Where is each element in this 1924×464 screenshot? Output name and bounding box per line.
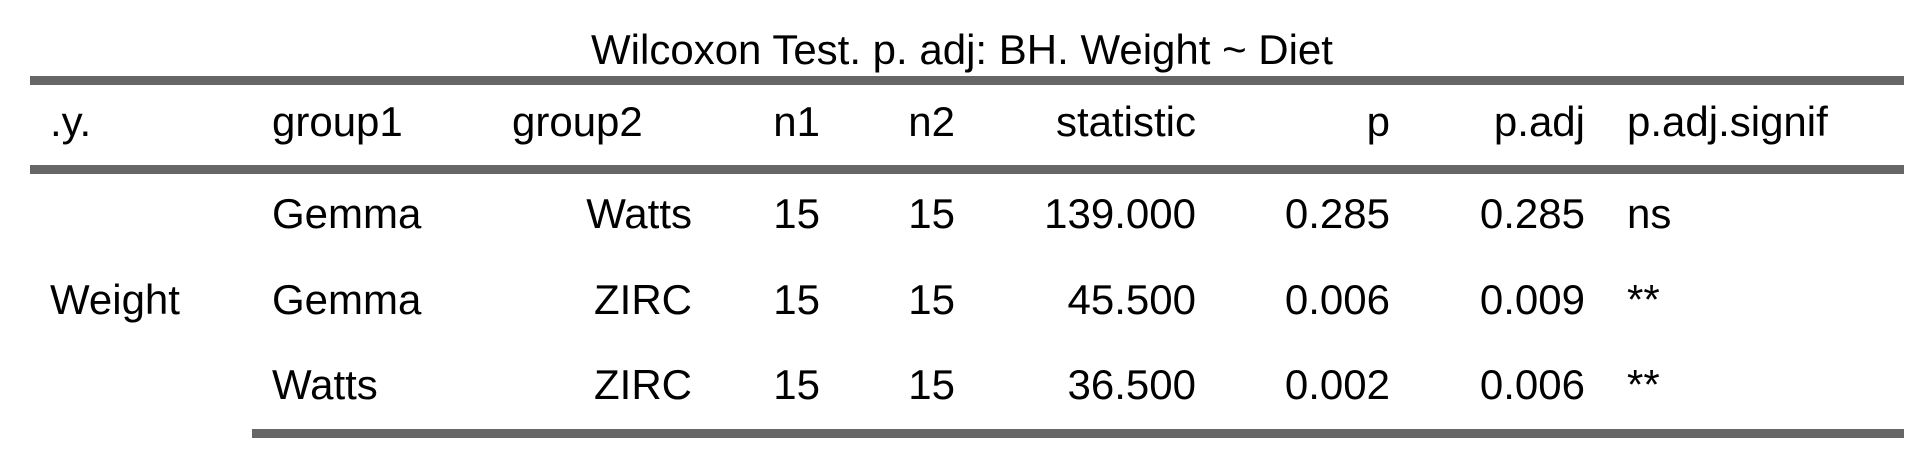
header-p-adj-signif: p.adj.signif [1627, 98, 1828, 145]
cell-p-adj: 0.285 [1479, 190, 1585, 237]
header-p: p [1366, 98, 1390, 145]
top-rule [30, 76, 1904, 85]
cell-n1: 15 [773, 276, 820, 323]
row-group-label: Weight [50, 276, 180, 323]
cell-n2: 15 [908, 361, 955, 408]
cell-p-adj-signif: ns [1627, 190, 1672, 237]
cell-group1: Watts [272, 361, 378, 408]
table-caption: Wilcoxon Test. p. adj: BH. Weight ~ Diet [591, 26, 1333, 73]
cell-p-adj-signif: ** [1627, 361, 1660, 408]
cell-n1: 15 [773, 361, 820, 408]
header-n2: n2 [908, 98, 955, 145]
header-n1: n1 [773, 98, 820, 145]
cell-statistic: 139.000 [1044, 190, 1196, 237]
cell-group2: ZIRC [594, 361, 692, 408]
cell-p: 0.002 [1284, 361, 1390, 408]
header-statistic: statistic [1055, 98, 1196, 145]
cell-p-adj: 0.006 [1479, 361, 1585, 408]
cell-statistic: 45.500 [1067, 276, 1196, 323]
header-group1: group1 [272, 98, 403, 145]
cell-p: 0.285 [1284, 190, 1390, 237]
cell-group2: Watts [586, 190, 692, 237]
cell-p-adj: 0.009 [1479, 276, 1585, 323]
header-group2: group2 [512, 98, 643, 145]
cell-group2: ZIRC [594, 276, 692, 323]
cell-statistic: 36.500 [1067, 361, 1196, 408]
cell-p: 0.006 [1284, 276, 1390, 323]
cell-n2: 15 [908, 276, 955, 323]
cell-group1: Gemma [272, 276, 422, 323]
cell-group1: Gemma [272, 190, 422, 237]
header-p-adj: p.adj [1493, 98, 1585, 145]
header-y: .y. [50, 98, 92, 145]
header-rule [30, 165, 1904, 174]
cell-n1: 15 [773, 190, 820, 237]
cell-n2: 15 [908, 190, 955, 237]
bottom-rule [252, 429, 1904, 438]
cell-p-adj-signif: ** [1627, 276, 1660, 323]
